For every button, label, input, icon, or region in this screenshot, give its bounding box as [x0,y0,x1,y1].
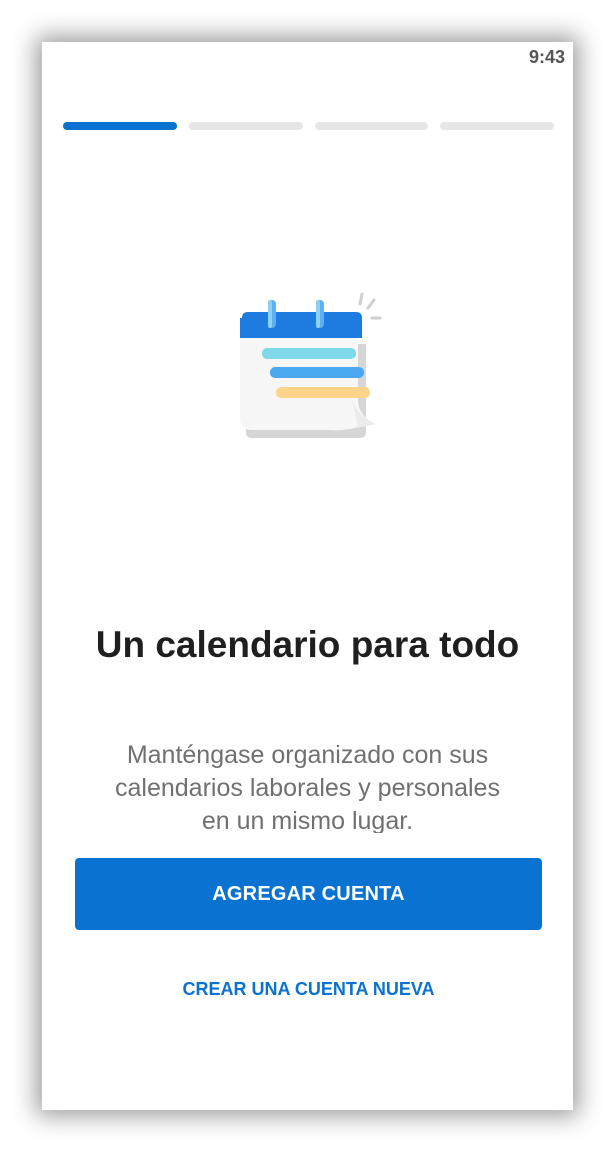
add-account-button[interactable]: AGREGAR CUENTA [75,858,542,930]
create-new-account-button[interactable]: CREAR UNA CUENTA NUEVA [75,972,542,1006]
onboarding-progress [63,122,554,130]
calendar-icon [232,292,392,452]
app-screen: 9:43 Un calendario para todo Manténgase … [42,42,573,1110]
progress-step-4 [440,122,554,130]
page-description: Manténgase organizado con sus calendario… [115,741,500,833]
progress-step-2 [188,122,303,130]
status-bar-time: 9:43 [528,47,565,67]
page-title: Un calendario para todo [95,624,520,665]
screen-background: 9:43 Un calendario para todo Manténgase … [0,0,615,1153]
progress-step-1 [63,122,177,130]
progress-step-3 [314,122,429,130]
